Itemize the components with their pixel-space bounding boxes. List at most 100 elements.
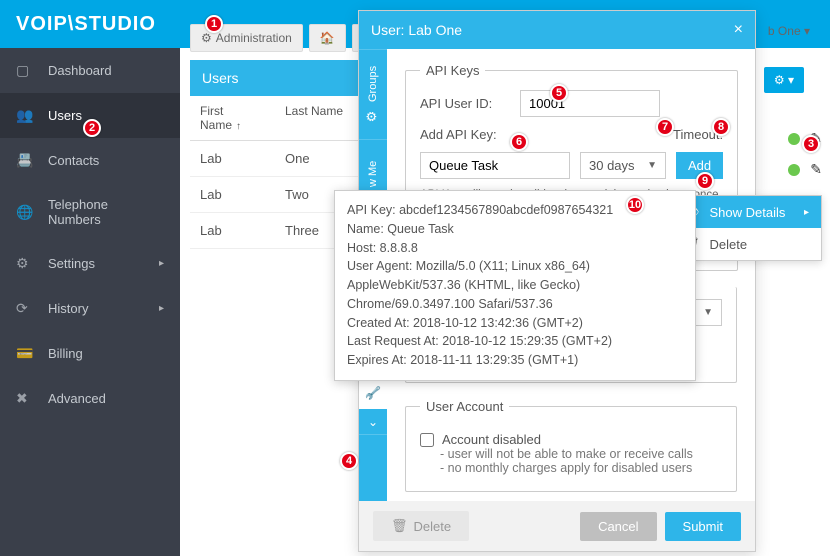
tt-line: User Agent: Mozilla/5.0 (X11; Linux x86_… xyxy=(347,257,683,313)
home-button[interactable]: 🏠 xyxy=(309,24,346,52)
col-last-name[interactable]: Last Name xyxy=(275,96,360,140)
gear-icon: ⚙ xyxy=(201,31,212,45)
status-dot-icon xyxy=(788,164,800,176)
chevron-down-icon: ▼ xyxy=(703,307,713,318)
account-disabled-checkbox[interactable] xyxy=(420,433,434,447)
panel-title: Users xyxy=(190,60,360,96)
chevron-down-icon: ⌄ xyxy=(368,415,378,429)
row-actions: ✎ xyxy=(788,161,822,178)
history-icon: ⟳ xyxy=(16,300,36,317)
tt-label: Name: xyxy=(347,222,387,236)
sidebar-item-dashboard[interactable]: ▢ Dashboard xyxy=(0,48,180,93)
api-userid-label: API User ID: xyxy=(420,96,510,111)
gear-icon: ⚙ xyxy=(16,255,36,272)
tt-label: Host: xyxy=(347,241,380,255)
chevron-down-icon: ▾ xyxy=(804,24,810,38)
sidebar-item-label: Advanced xyxy=(48,391,106,406)
cell-first: Lab xyxy=(190,177,275,212)
ctx-label: Delete xyxy=(710,237,748,252)
timeout-value: 30 days xyxy=(589,158,635,173)
sidebar-item-label: Billing xyxy=(48,346,83,361)
gear-icon: ⚙ xyxy=(366,108,381,123)
add-api-key-label: Add API Key: xyxy=(420,127,510,142)
sidebar-item-label: Settings xyxy=(48,256,95,271)
account-note-1: - user will not be able to make or recei… xyxy=(440,447,722,461)
edit-icon[interactable]: ✎ xyxy=(810,161,822,178)
dashboard-icon: ▢ xyxy=(16,62,36,79)
fieldset-legend: User Account xyxy=(420,399,509,414)
tt-line: Created At: 2018-10-12 13:42:36 (GMT+2) xyxy=(347,314,683,333)
delete-label: Delete xyxy=(414,519,452,534)
api-userid-input[interactable] xyxy=(520,90,660,117)
wrench-icon: 🔧 xyxy=(365,384,381,399)
users-icon: 👥 xyxy=(16,107,36,124)
chevron-right-icon: ▸ xyxy=(804,207,809,218)
sidebar-item-advanced[interactable]: ✖ Advanced xyxy=(0,376,180,421)
status-dot-icon xyxy=(788,133,800,145)
submit-button[interactable]: Submit xyxy=(665,512,741,541)
sidebar-item-label: History xyxy=(48,301,88,316)
delete-button[interactable]: 🗑Delete xyxy=(373,511,469,541)
advanced-icon: ✖ xyxy=(16,390,36,407)
globe-icon: 🌐 xyxy=(16,204,36,221)
modal-footer: 🗑Delete Cancel Submit xyxy=(359,501,755,551)
sidebar-item-history[interactable]: ⟳ History ▸ xyxy=(0,286,180,331)
tab-groups[interactable]: ⚙ Groups xyxy=(359,49,387,139)
close-icon[interactable]: × xyxy=(734,21,743,39)
modal-title: User: Lab One xyxy=(371,22,462,38)
sidebar-item-label: Telephone Numbers xyxy=(48,197,164,227)
tab-label: w Me xyxy=(367,160,379,186)
user-account-fieldset: User Account Account disabled - user wil… xyxy=(405,399,737,492)
billing-icon: 💳 xyxy=(16,345,36,362)
marker-9: 9 xyxy=(696,172,714,190)
add-api-key-input[interactable] xyxy=(420,152,570,179)
cell-first: Lab xyxy=(190,213,275,248)
marker-2: 2 xyxy=(83,119,101,137)
marker-7: 7 xyxy=(656,118,674,136)
cell-first: Lab xyxy=(190,141,275,176)
sidebar-item-billing[interactable]: 💳 Billing xyxy=(0,331,180,376)
sidebar-item-settings[interactable]: ⚙ Settings ▸ xyxy=(0,241,180,286)
tab-label: Groups xyxy=(367,66,379,102)
contacts-icon: 📇 xyxy=(16,152,36,169)
sidebar-item-label: Users xyxy=(48,108,82,123)
account-note-2: - no monthly charges apply for disabled … xyxy=(440,461,722,475)
admin-label: Administration xyxy=(216,31,292,45)
tt-label: API Key: xyxy=(347,203,399,217)
sidebar-item-contacts[interactable]: 📇 Contacts xyxy=(0,138,180,183)
users-header-row: First Name ↑ Last Name xyxy=(190,96,360,141)
tt-line: Expires At: 2018-11-11 13:29:35 (GMT+1) xyxy=(347,351,683,370)
sort-asc-icon: ↑ xyxy=(236,121,241,132)
settings-dropdown[interactable]: ⚙ ▾ xyxy=(764,72,804,87)
breadcrumb-text: b One xyxy=(768,24,801,38)
table-row[interactable]: Lab One xyxy=(190,141,360,177)
cancel-button[interactable]: Cancel xyxy=(580,512,656,541)
sidebar-item-label: Dashboard xyxy=(48,63,112,78)
timeout-select[interactable]: 30 days ▼ xyxy=(580,152,666,179)
marker-4: 4 xyxy=(340,452,358,470)
col-label: First Name xyxy=(200,104,232,132)
logo: VOIP\STUDIO xyxy=(16,13,156,36)
marker-3: 3 xyxy=(802,135,820,153)
marker-5: 5 xyxy=(550,84,568,102)
marker-1: 1 xyxy=(205,15,223,33)
marker-6: 6 xyxy=(510,133,528,151)
home-icon: 🏠 xyxy=(320,31,335,45)
account-disabled-label: Account disabled xyxy=(442,432,541,447)
chevron-down-icon: ▼ xyxy=(647,160,657,171)
chevron-right-icon: ▸ xyxy=(159,303,164,314)
sidebar-item-label: Contacts xyxy=(48,153,99,168)
chevron-right-icon: ▸ xyxy=(159,258,164,269)
breadcrumb: b One ▾ xyxy=(768,24,810,38)
col-first-name[interactable]: First Name ↑ xyxy=(190,96,275,140)
tt-line: Last Request At: 2018-10-12 15:29:35 (GM… xyxy=(347,332,683,351)
marker-10: 10 xyxy=(626,196,644,214)
sidebar-item-telephone[interactable]: 🌐 Telephone Numbers xyxy=(0,183,180,241)
tt-value: Queue Task xyxy=(387,222,453,236)
api-key-tooltip: API Key: abcdef1234567890abcdef098765432… xyxy=(334,190,696,381)
modal-header: User: Lab One × xyxy=(359,11,755,49)
gear-icon: ⚙ xyxy=(774,73,785,87)
tab-more[interactable]: ⌄ xyxy=(359,409,387,435)
ctx-label: Show Details xyxy=(710,205,786,220)
tt-value: abcdef1234567890abcdef0987654321 xyxy=(399,203,613,217)
